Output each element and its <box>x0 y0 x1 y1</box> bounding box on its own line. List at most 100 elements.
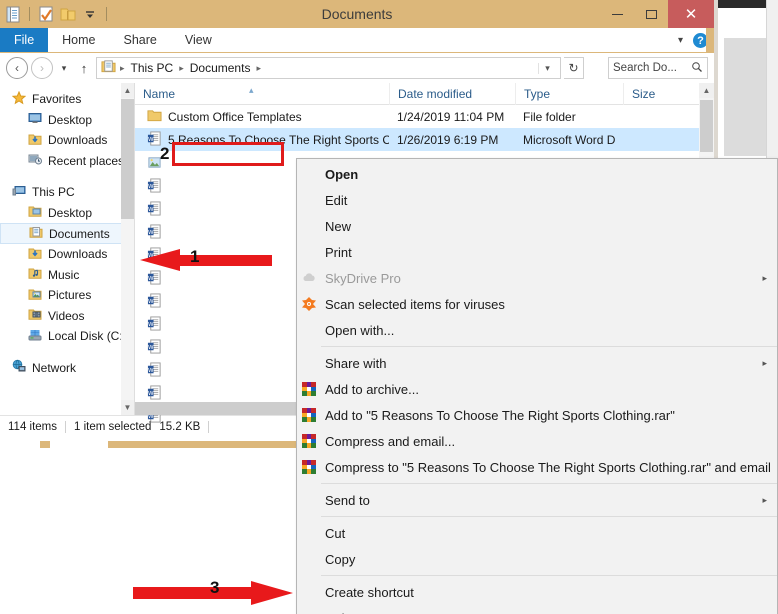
context-menu-item-share-with[interactable]: Share with ▸ <box>297 350 777 376</box>
context-menu-item-open[interactable]: Open <box>297 161 777 187</box>
svg-text:W: W <box>148 136 154 142</box>
sidebar-item-music[interactable]: Music <box>0 265 134 286</box>
column-header-date-modified[interactable]: Date modified <box>389 82 515 105</box>
sidebar-item-label: Desktop <box>48 205 93 220</box>
scroll-thumb[interactable] <box>700 100 713 152</box>
qat-dropdown-icon[interactable] <box>81 5 99 23</box>
chevron-down-icon[interactable]: ▾ <box>678 35 683 46</box>
sidebar-item-videos[interactable]: Videos <box>0 306 134 327</box>
qat-separator <box>29 7 30 21</box>
sidebar-group-label: Favorites <box>32 92 82 107</box>
maximize-button[interactable] <box>634 0 668 28</box>
breadcrumb-documents[interactable]: Documents <box>188 61 253 75</box>
menu-separator <box>321 575 777 576</box>
context-menu-item-send-to[interactable]: Send to ▸ <box>297 487 777 513</box>
sidebar-item-label: Documents <box>49 226 110 241</box>
sidebar-group-favorites[interactable]: Favorites <box>0 89 134 110</box>
context-menu-item-cut[interactable]: Cut <box>297 520 777 546</box>
breadcrumb-this-pc[interactable]: This PC <box>129 61 176 75</box>
videos-folder-icon <box>28 307 42 324</box>
list-item[interactable]: W <box>135 174 255 197</box>
context-menu-item-compress-and-email[interactable]: Compress and email... <box>297 428 777 454</box>
context-menu-item-add-to-named-archive[interactable]: Add to "5 Reasons To Choose The Right Sp… <box>297 402 777 428</box>
search-input[interactable]: Search Do... <box>608 57 708 79</box>
scroll-down-icon[interactable]: ▼ <box>121 400 134 415</box>
sidebar-item-label: Pictures <box>48 288 92 303</box>
sidebar-item-pictures[interactable]: Pictures <box>0 285 134 306</box>
sidebar-group-this-pc[interactable]: This PC <box>0 182 134 203</box>
qat-separator <box>106 7 107 21</box>
list-item[interactable]: W <box>135 220 255 243</box>
window-controls: ✕ <box>600 0 714 28</box>
tab-view[interactable]: View <box>171 28 226 52</box>
list-item[interactable]: W <box>135 381 255 404</box>
scroll-up-icon[interactable]: ▲ <box>699 83 714 98</box>
sidebar-item-recent-places[interactable]: Recent places <box>0 151 134 172</box>
search-value: Search Do... <box>613 62 677 74</box>
avast-shield-icon <box>301 296 317 312</box>
breadcrumb-separator: ▸ <box>120 62 125 73</box>
sort-ascending-icon: ▴ <box>249 84 254 95</box>
tab-file[interactable]: File <box>0 28 49 52</box>
list-item[interactable]: W <box>135 358 255 381</box>
sidebar-item-desktop[interactable]: Desktop <box>0 110 134 131</box>
close-button[interactable]: ✕ <box>668 0 714 28</box>
breadcrumb-separator[interactable]: ▸ <box>256 63 261 74</box>
navigation-pane-scrollbar[interactable]: ▲ ▼ <box>121 83 134 415</box>
sidebar-group-network[interactable]: Network <box>0 358 134 379</box>
submenu-arrow-icon: ▸ <box>762 357 767 368</box>
list-item[interactable]: W <box>135 312 255 335</box>
history-dropdown-icon[interactable]: ▾ <box>56 63 72 74</box>
sidebar-item-local-disk[interactable]: Local Disk (C:) <box>0 326 134 347</box>
sidebar-item-label: Videos <box>48 308 85 323</box>
tab-home[interactable]: Home <box>48 28 109 52</box>
list-item[interactable]: W <box>135 335 255 358</box>
context-menu-item-new[interactable]: New <box>297 213 777 239</box>
column-header-name[interactable]: Name ▴ <box>135 83 389 105</box>
context-menu-item-scan-for-viruses[interactable]: Scan selected items for viruses <box>297 291 777 317</box>
documents-folder-icon <box>29 225 43 242</box>
forward-button[interactable]: › <box>31 57 53 79</box>
title-bar: Documents ✕ <box>0 0 714 28</box>
pictures-folder-icon <box>28 287 42 304</box>
column-header-type[interactable]: Type <box>515 82 623 105</box>
breadcrumb[interactable]: ▸ This PC ▸ Documents ▸ ▾ <box>96 57 561 79</box>
sidebar-item-desktop-pc[interactable]: Desktop <box>0 203 134 224</box>
properties-icon[interactable] <box>4 5 22 23</box>
quick-access-toolbar[interactable] <box>0 0 110 28</box>
new-folder-check-icon[interactable] <box>37 5 55 23</box>
context-menu-item-delete[interactable]: Delete <box>297 605 777 614</box>
address-bar: ‹ › ▾ ↑ ▸ This PC ▸ Documents ▸ ▾ ↻ Sear… <box>0 53 714 83</box>
tab-share[interactable]: Share <box>110 28 171 52</box>
context-menu-item-edit[interactable]: Edit <box>297 187 777 213</box>
refresh-button[interactable]: ↻ <box>564 57 584 79</box>
scroll-thumb[interactable] <box>121 99 134 219</box>
context-menu-item-create-shortcut[interactable]: Create shortcut <box>297 579 777 605</box>
network-icon <box>12 359 26 376</box>
annotation-number-2: 2 <box>160 144 170 163</box>
list-item[interactable]: W <box>135 197 255 220</box>
minimize-button[interactable] <box>600 0 634 28</box>
list-item[interactable]: W <box>135 289 255 312</box>
context-menu-item-add-to-archive[interactable]: Add to archive... <box>297 376 777 402</box>
back-button[interactable]: ‹ <box>6 57 28 79</box>
winrar-icon <box>301 459 317 475</box>
table-row[interactable]: Custom Office Templates 1/24/2019 11:04 … <box>135 105 714 128</box>
sidebar-item-downloads[interactable]: Downloads <box>0 130 134 151</box>
context-menu-item-open-with[interactable]: Open with... <box>297 317 777 343</box>
menu-separator <box>321 516 777 517</box>
context-menu-item-print[interactable]: Print <box>297 239 777 265</box>
svg-text:W: W <box>148 368 154 374</box>
submenu-arrow-icon: ▸ <box>762 494 767 505</box>
scroll-up-icon[interactable]: ▲ <box>121 83 134 98</box>
star-icon <box>11 90 27 108</box>
address-dropdown-icon[interactable]: ▾ <box>538 62 556 74</box>
sidebar-item-downloads-pc[interactable]: Downloads <box>0 244 134 265</box>
context-menu-item-compress-to-named-and-email[interactable]: Compress to "5 Reasons To Choose The Rig… <box>297 454 777 480</box>
folder-icon[interactable] <box>59 5 77 23</box>
sidebar-item-documents[interactable]: Documents <box>0 223 134 244</box>
cloud-icon <box>301 270 317 286</box>
column-header-size[interactable]: Size <box>623 82 663 105</box>
context-menu-item-copy[interactable]: Copy <box>297 546 777 572</box>
up-button[interactable]: ↑ <box>75 61 93 76</box>
